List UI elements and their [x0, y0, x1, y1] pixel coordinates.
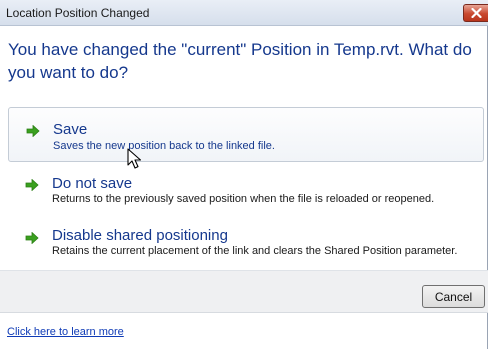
- option-save-description: Saves the new position back to the linke…: [53, 140, 275, 152]
- window-title: Location Position Changed: [6, 6, 150, 20]
- title-bar[interactable]: Location Position Changed: [0, 0, 488, 26]
- option-disable-shared-positioning-description: Retains the current placement of the lin…: [52, 245, 458, 257]
- green-arrow-icon: [26, 125, 40, 137]
- option-disable-shared-positioning-label: Disable shared positioning: [52, 227, 228, 244]
- dialog-window: Location Position Changed You have chang…: [0, 0, 488, 349]
- button-bar: Cancel: [0, 271, 488, 313]
- close-icon: [470, 8, 482, 18]
- dialog-heading: You have changed the "current" Position …: [8, 40, 472, 82]
- option-save[interactable]: Save Saves the new position back to the …: [8, 107, 484, 162]
- option-do-not-save-label: Do not save: [52, 175, 133, 192]
- cancel-button[interactable]: Cancel: [422, 285, 485, 308]
- mouse-pointer-icon: [127, 148, 142, 169]
- option-do-not-save-description: Returns to the previously saved position…: [52, 193, 435, 205]
- option-do-not-save[interactable]: Do not save Returns to the previously sa…: [8, 172, 484, 212]
- close-button[interactable]: [463, 4, 488, 22]
- option-save-label: Save: [53, 121, 88, 138]
- green-arrow-icon: [25, 232, 39, 244]
- green-arrow-icon: [25, 179, 39, 191]
- option-disable-shared-positioning[interactable]: Disable shared positioning Retains the c…: [8, 225, 484, 265]
- learn-more-link[interactable]: Click here to learn more: [7, 326, 124, 338]
